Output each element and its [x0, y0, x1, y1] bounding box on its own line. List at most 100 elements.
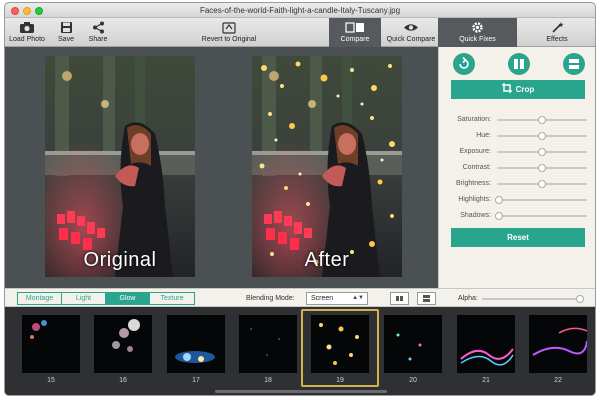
- thumbnail-number: 22: [554, 377, 562, 384]
- category-tab-glow[interactable]: Glow: [106, 293, 150, 304]
- slider-label: Exposure:: [459, 148, 491, 155]
- quick-fixes-panel: Crop Saturation: Hue: Exposure: Contrast: Br…: [438, 47, 595, 288]
- thumbnail-number: 21: [482, 377, 490, 384]
- slider-track[interactable]: [494, 212, 587, 220]
- quick-compare-label: Quick Compare: [386, 36, 436, 43]
- revert-to-original-button[interactable]: Revert to Original: [193, 18, 265, 47]
- slider-knob[interactable]: [538, 148, 546, 156]
- slider-row: Brightness:: [445, 179, 591, 189]
- crop-button[interactable]: Crop: [451, 80, 585, 99]
- slider-track[interactable]: [497, 164, 587, 172]
- slider-label: Highlights:: [458, 196, 491, 203]
- blending-mode-select[interactable]: Screen ▲▼: [306, 292, 368, 305]
- original-photo-image: [45, 56, 195, 277]
- effect-thumbnail[interactable]: [457, 315, 515, 373]
- load-photo-button[interactable]: Load Photo: [7, 18, 47, 47]
- effect-thumbnail[interactable]: [167, 315, 225, 373]
- revert-icon: [222, 22, 236, 34]
- save-label: Save: [58, 36, 74, 43]
- rotate-icon: [459, 56, 469, 69]
- quick-fixes-label: Quick Fixes: [459, 36, 496, 43]
- flip-vertical-icon: [569, 59, 579, 69]
- slider-track[interactable]: [497, 148, 587, 156]
- slider-label: Hue:: [476, 132, 491, 139]
- slider-knob[interactable]: [538, 164, 546, 172]
- gear-icon: [472, 22, 483, 33]
- image-canvas: Original After: [5, 47, 438, 288]
- slider-label: Brightness:: [455, 180, 491, 187]
- floppy-icon: [60, 22, 72, 33]
- thumbnail-number: 19: [336, 377, 344, 384]
- effect-thumbnail[interactable]: [384, 315, 442, 373]
- slider-label: Contrast:: [462, 164, 491, 171]
- thumbnail-number: 16: [119, 377, 127, 384]
- slider-row: Saturation:: [445, 115, 591, 125]
- layout-stacked-button[interactable]: [417, 292, 436, 305]
- effect-thumbnail[interactable]: [239, 315, 297, 373]
- filmstrip-scrollbar[interactable]: [215, 390, 387, 393]
- save-button[interactable]: Save: [54, 18, 78, 47]
- crop-icon: [501, 83, 512, 93]
- app-window: Faces-of-the-world-Faith-light-a-candle-…: [4, 2, 596, 396]
- quick-compare-button[interactable]: Quick Compare: [384, 18, 438, 47]
- compare-button[interactable]: Compare: [329, 18, 381, 47]
- minimize-window-button[interactable]: [23, 7, 31, 15]
- slider-row: Highlights:: [445, 195, 591, 205]
- reset-button[interactable]: Reset: [451, 228, 585, 247]
- share-button[interactable]: Share: [85, 18, 111, 47]
- compare-icon: [345, 22, 364, 33]
- thumbnail-number: 15: [47, 377, 55, 384]
- flip-horizontal-icon: [514, 59, 524, 69]
- split-vertical-icon: [396, 296, 403, 301]
- maximize-window-button[interactable]: [35, 7, 43, 15]
- toolbar: Load Photo Save Share Revert to Original…: [5, 18, 595, 47]
- effect-thumbnail[interactable]: [94, 315, 152, 373]
- slider-knob[interactable]: [538, 116, 546, 124]
- slider-knob[interactable]: [538, 180, 546, 188]
- revert-label: Revert to Original: [201, 36, 257, 43]
- after-photo-image: [252, 56, 402, 277]
- eye-icon: [404, 24, 418, 31]
- load-photo-label: Load Photo: [9, 36, 45, 43]
- flip-vertical-button[interactable]: [563, 53, 585, 75]
- blending-mode-value: Screen: [311, 295, 334, 302]
- blending-mode-label: Blending Mode:: [246, 295, 295, 302]
- slider-knob[interactable]: [494, 196, 503, 204]
- slider-row: Exposure:: [445, 147, 591, 157]
- effects-label: Effects: [546, 36, 568, 43]
- original-photo: Original: [45, 56, 195, 277]
- slider-track[interactable]: [497, 116, 587, 124]
- close-window-button[interactable]: [11, 7, 19, 15]
- after-label: After: [304, 249, 350, 271]
- layout-side-by-side-button[interactable]: [390, 292, 409, 305]
- magic-wand-icon: [551, 22, 563, 33]
- category-tab-montage[interactable]: Montage: [18, 293, 62, 304]
- alpha-slider-knob[interactable]: [576, 295, 584, 303]
- flip-horizontal-button[interactable]: [508, 53, 530, 75]
- effect-thumbnail[interactable]: [22, 315, 80, 373]
- effects-tab[interactable]: Effects: [517, 18, 595, 47]
- slider-knob[interactable]: [538, 132, 546, 140]
- slider-knob[interactable]: [494, 212, 503, 220]
- crop-label: Crop: [515, 85, 535, 94]
- original-label: Original: [83, 249, 157, 271]
- effects-options-bar: Montage Light Glow Texture Blending Mode: S…: [5, 288, 595, 307]
- share-icon: [92, 21, 104, 34]
- compare-label: Compare: [340, 36, 370, 43]
- split-horizontal-icon: [423, 295, 430, 302]
- category-tab-light[interactable]: Light: [62, 293, 106, 304]
- effects-filmstrip: 15 16 17 18 19 20 21 22: [5, 307, 595, 395]
- slider-track[interactable]: [497, 180, 587, 188]
- alpha-slider[interactable]: [482, 295, 584, 303]
- slider-label: Shadows:: [460, 212, 491, 219]
- effect-thumbnail[interactable]: [311, 315, 369, 373]
- effect-category-tabs: Montage Light Glow Texture: [17, 292, 195, 305]
- window-title: Faces-of-the-world-Faith-light-a-candle-…: [199, 6, 401, 15]
- category-tab-texture[interactable]: Texture: [150, 293, 194, 304]
- quick-fixes-tab[interactable]: Quick Fixes: [438, 18, 517, 47]
- effect-thumbnail[interactable]: [529, 315, 587, 373]
- rotate-button[interactable]: [453, 53, 475, 75]
- thumbnail-number: 17: [192, 377, 200, 384]
- slider-track[interactable]: [497, 132, 587, 140]
- slider-track[interactable]: [494, 196, 587, 204]
